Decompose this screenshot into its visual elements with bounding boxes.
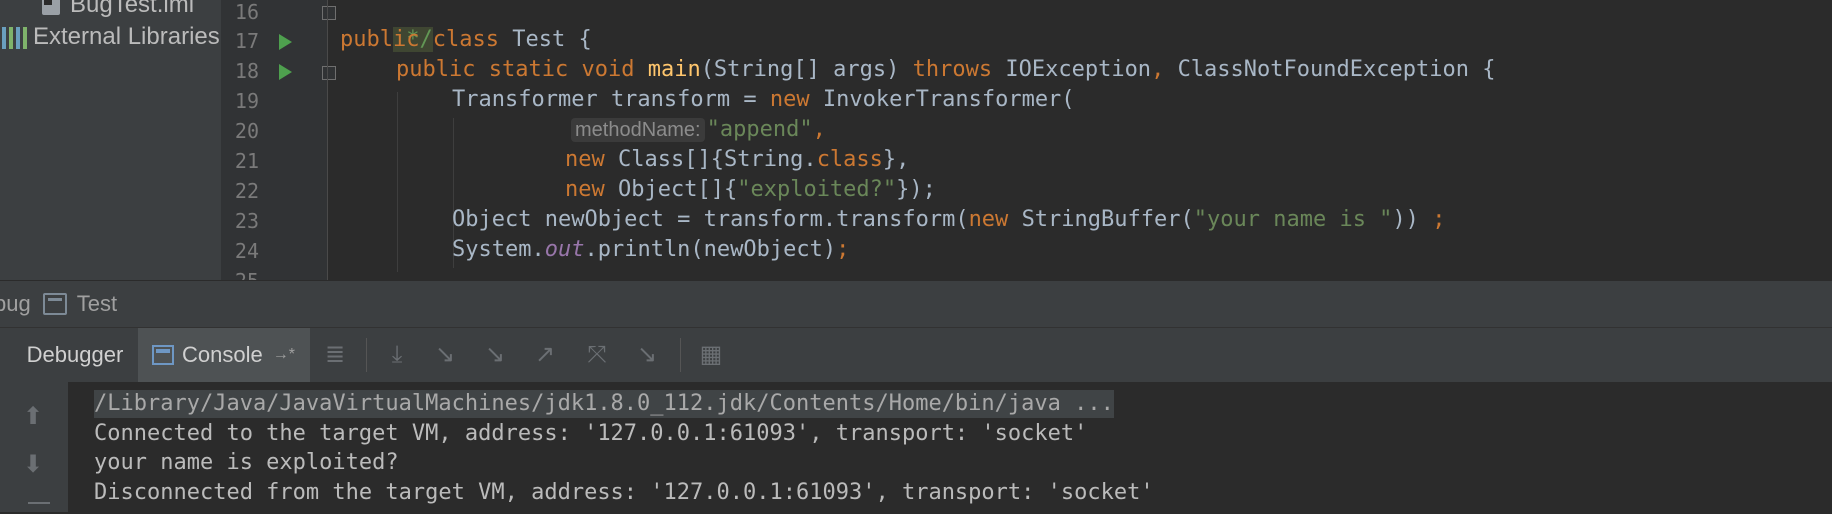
run-config-icon — [42, 293, 67, 315]
line-number: 22 — [234, 179, 259, 203]
down-arrow-icon[interactable]: ⬇ — [18, 450, 48, 480]
parameter-hint: methodName: — [571, 118, 705, 142]
tab-console[interactable]: Console →* — [138, 328, 310, 382]
debug-title: bug — [0, 291, 31, 316]
line-number: 20 — [234, 119, 259, 143]
line-number: 24 — [234, 239, 259, 263]
console-line: your name is exploited? — [94, 450, 399, 475]
tree-item-external-libraries[interactable]: External Libraries — [0, 22, 220, 52]
tree-item-label: BugTest.iml — [70, 0, 195, 18]
indent-guide — [397, 92, 398, 272]
tree-item-bugtest-iml[interactable]: BugTest.iml — [0, 0, 194, 20]
run-class-icon[interactable] — [279, 34, 292, 50]
console-side-toolbar: ⬆ ⬇ — [0, 382, 68, 512]
line-number: 18 — [234, 59, 259, 83]
line-number: 17 — [234, 29, 259, 53]
soft-wrap-icon[interactable] — [28, 502, 50, 514]
fold-icon[interactable] — [322, 66, 336, 80]
line-number: 19 — [234, 89, 259, 113]
line-number: 21 — [234, 149, 259, 173]
debug-tool-window-header: bug Test — [0, 280, 1832, 327]
code-line-17: public class Test { — [340, 27, 592, 52]
step-into-icon[interactable]: ↘ — [430, 340, 460, 370]
editor-gutter: 16 17 18 19 20 21 22 23 24 25 — [221, 0, 336, 280]
tree-item-label: External Libraries — [33, 23, 220, 50]
force-step-into-icon[interactable]: ↘ — [480, 340, 510, 370]
code-line-22: new Object[]{"exploited?"}); — [565, 177, 936, 202]
step-over-icon[interactable]: ⤓ — [382, 340, 412, 370]
code-line-18: public static void main(String[] args) t… — [396, 57, 1496, 82]
line-number: 16 — [234, 0, 259, 24]
code-editor[interactable]: 16 17 18 19 20 21 22 23 24 25 */ public … — [221, 0, 1832, 280]
step-out-icon[interactable]: ↗ — [530, 340, 560, 370]
drop-frame-icon[interactable]: ⤧ — [582, 340, 612, 370]
pin-icon[interactable]: →* — [273, 346, 295, 364]
console-icon — [152, 345, 174, 365]
evaluate-expression-icon[interactable]: ▦ — [696, 340, 726, 370]
console-output[interactable]: /Library/Java/JavaVirtualMachines/jdk1.8… — [68, 382, 1832, 512]
run-main-icon[interactable] — [279, 64, 292, 80]
code-line-19: Transformer transform = new InvokerTrans… — [452, 87, 1075, 112]
code-line-23: Object newObject = transform.transform(n… — [452, 207, 1446, 232]
show-execution-point-icon[interactable]: ≣ — [320, 340, 350, 370]
toolbar-separator — [680, 338, 681, 372]
console-line: Disconnected from the target VM, address… — [94, 480, 1154, 505]
code-line-16: */ — [392, 27, 433, 52]
console-line: /Library/Java/JavaVirtualMachines/jdk1.8… — [94, 390, 1114, 418]
console-line: Connected to the target VM, address: '12… — [94, 421, 1088, 446]
library-icon — [2, 25, 27, 49]
line-number: 25 — [221, 269, 259, 280]
iml-file-icon — [42, 0, 60, 15]
debug-config-name[interactable]: Test — [77, 291, 117, 317]
tab-debugger[interactable]: Debugger — [14, 328, 136, 382]
gutter-divider — [327, 0, 328, 280]
run-to-cursor-icon[interactable]: ↘ — [632, 340, 662, 370]
debug-toolbar: Debugger Console →* ≣ ⤓ ↘ ↘ ↗ ⤧ ↘ ▦ — [0, 327, 1832, 383]
fold-icon[interactable] — [322, 6, 336, 20]
up-arrow-icon[interactable]: ⬆ — [18, 402, 48, 432]
project-tree-panel: BugTest.iml External Libraries — [0, 0, 221, 280]
code-line-24: System.out.println(newObject); — [452, 237, 850, 262]
line-number: 23 — [234, 209, 259, 233]
code-line-20: methodName: "append", — [571, 116, 826, 144]
toolbar-separator — [366, 338, 367, 372]
code-line-21: new Class[]{String.class}, — [565, 147, 910, 172]
